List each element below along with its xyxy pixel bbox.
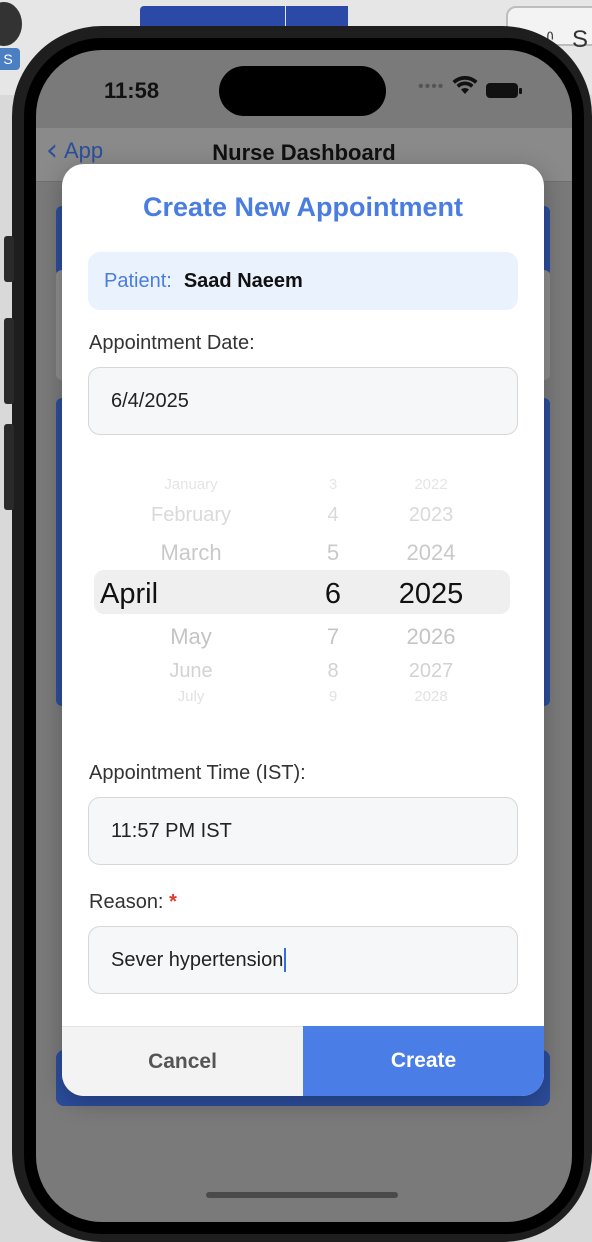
modal-title: Create New Appointment — [142, 192, 464, 222]
picker-month: June — [169, 660, 213, 682]
side-button — [4, 424, 14, 510]
date-label: Appointment Date: — [89, 332, 255, 354]
create-button[interactable]: Create — [303, 1026, 544, 1096]
page-title: Nurse Dashboard — [212, 140, 396, 165]
time-label: Appointment Time (IST): — [89, 762, 306, 784]
patient-label: Patient: — [104, 269, 172, 292]
wifi-icon — [452, 75, 478, 102]
picker-month: January — [164, 476, 218, 493]
status-time: 11:58 — [104, 78, 160, 103]
side-button — [4, 318, 14, 404]
picker-year: 2023 — [408, 504, 454, 526]
picker-year: 2028 — [414, 688, 448, 705]
picker-day: 4 — [327, 504, 339, 526]
date-value: 6/4/2025 — [111, 389, 189, 412]
picker-row-selected[interactable]: April 6 2025 — [88, 578, 518, 618]
picker-year: 2026 — [406, 624, 456, 649]
picker-day: 9 — [328, 688, 338, 705]
picker-day: 5 — [326, 540, 340, 565]
dynamic-island — [219, 66, 386, 116]
picker-row[interactable]: May 7 2026 — [88, 624, 518, 664]
picker-row[interactable]: February 4 2023 — [88, 504, 518, 544]
picker-month: May — [170, 624, 212, 649]
create-appointment-modal: Create New Appointment Patient: Saad Nae… — [62, 164, 544, 1096]
desktop-badge: S — [0, 48, 20, 70]
cancel-button[interactable]: Cancel — [62, 1026, 303, 1096]
picker-day: 8 — [327, 660, 339, 682]
picker-month: April — [100, 578, 159, 610]
reason-value: Sever hypertension — [111, 948, 284, 971]
side-button — [4, 236, 14, 282]
required-mark: * — [169, 891, 177, 913]
picker-day: 3 — [328, 476, 338, 493]
reason-input[interactable]: Sever hypertension — [88, 926, 518, 994]
desktop-partial-text: S — [572, 26, 589, 53]
patient-name: Saad Naeem — [183, 269, 303, 292]
signal-icon: •••• — [418, 78, 445, 95]
picker-day: 7 — [326, 624, 340, 649]
picker-year: 2025 — [398, 578, 464, 610]
picker-day: 6 — [324, 578, 342, 610]
picker-row[interactable]: March 5 2024 — [88, 540, 518, 580]
time-value: 11:57 PM IST — [111, 819, 232, 842]
date-field[interactable]: 6/4/2025 — [88, 367, 518, 435]
picker-row[interactable]: July 9 2028 — [88, 688, 518, 712]
picker-month: March — [160, 540, 222, 565]
reason-label-row: Reason: * — [89, 891, 177, 914]
picker-year: 2027 — [408, 660, 454, 682]
picker-month: February — [150, 504, 232, 526]
reason-label: Reason: — [89, 891, 164, 913]
battery-icon — [486, 83, 522, 98]
picker-month: July — [177, 688, 205, 705]
date-picker-wheel[interactable]: January 3 2022 February 4 2023 March 5 2024 April… — [88, 462, 518, 712]
picker-year: 2024 — [406, 540, 456, 565]
patient-info: Patient: Saad Naeem — [88, 252, 518, 310]
picker-year: 2022 — [414, 476, 448, 493]
text-caret — [284, 948, 287, 972]
home-indicator[interactable] — [206, 1192, 398, 1198]
time-field[interactable]: 11:57 PM IST — [88, 797, 518, 865]
